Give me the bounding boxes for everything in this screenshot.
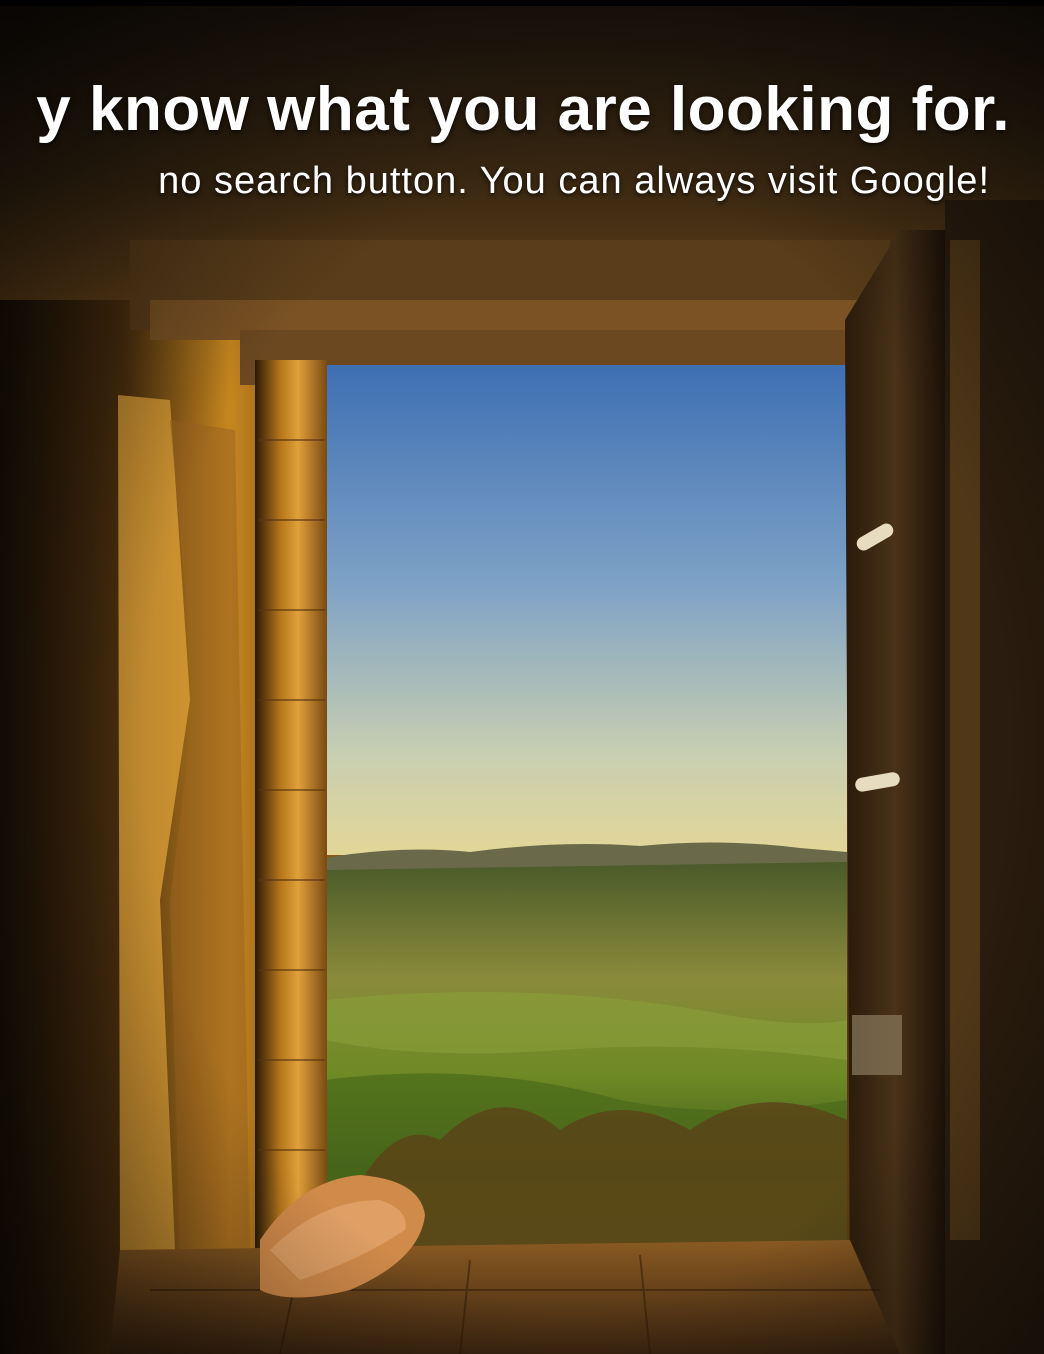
page-subline: no search button. You can always visit G…	[158, 160, 990, 202]
page-headline: y know what you are looking for.	[36, 75, 1010, 144]
background-scene: y know what you are looking for. no sear…	[0, 0, 1044, 1354]
window-landscape-photo	[0, 0, 1044, 1354]
